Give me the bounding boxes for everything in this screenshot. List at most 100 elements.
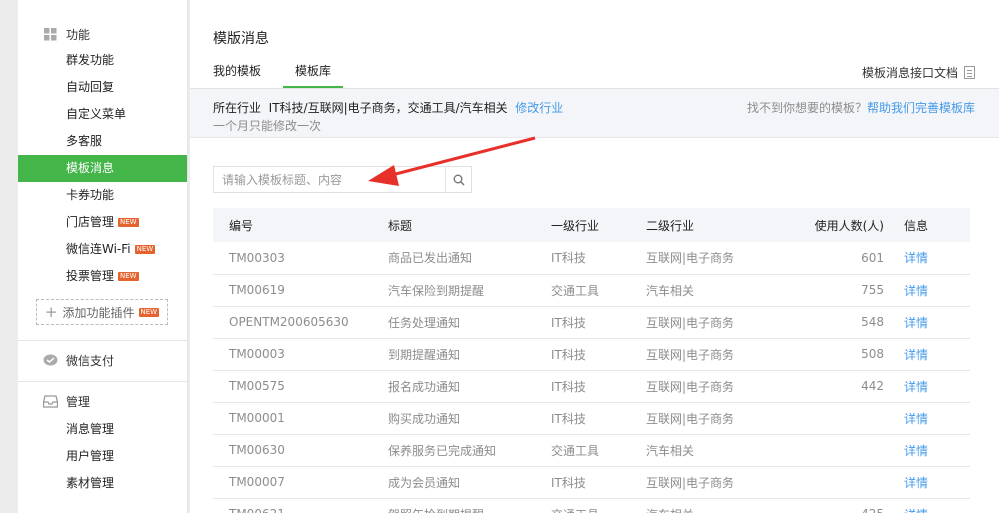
tab-template-library[interactable]: 模板库 [283,56,344,88]
cell-level1: 交通工具 [551,498,646,513]
cell-level1: IT科技 [551,251,586,266]
cell-users [776,466,904,498]
detail-link[interactable]: 详情 [904,444,928,458]
cell-users [776,402,904,434]
sidebar-item[interactable]: 多客服 [18,128,187,155]
sidebar-item[interactable]: 群发功能 [18,47,187,74]
cell-id: TM00575 [229,379,285,393]
cell-level2: 互联网|电子商务 [646,475,735,490]
cell-info: 详情 [904,466,970,498]
sidebar-item-label: 自定义菜单 [66,107,127,121]
cell-level2: 汽车相关 [646,498,776,513]
template-table-wrap: 编号 标题 一级行业 二级行业 使用人数(人) 信息 TM00303 商品已发出通… [213,208,970,513]
cell-level1: IT科技 [551,411,586,426]
cell-id: TM00619 [229,283,285,297]
sidebar-item[interactable]: 自动回复 [18,74,187,101]
cell-level1: IT科技 [551,347,586,362]
cell-level2: 互联网|电子商务 [646,347,735,362]
header-level2: 二级行业 [646,218,695,233]
manage-section-title: 管理 [66,394,91,409]
search-icon [453,174,465,186]
table-row: TM00630 保养服务已完成通知 交通工具 汽车相关 详情 [213,434,970,466]
inbox-icon [42,393,58,409]
detail-link[interactable]: 详情 [904,508,928,513]
pay-section-title: 微信支付 [66,353,115,368]
industry-line: 所在行业 IT科技/互联网|电子商务，交通工具/汽车相关 修改行业 [213,99,563,116]
pay-section-header[interactable]: 微信支付 [18,345,187,375]
cell-title: 保养服务已完成通知 [388,443,497,458]
sidebar-item[interactable]: 消息管理 [18,416,187,443]
new-badge: NEW [118,218,139,227]
cell-level2: 汽车相关 [646,443,695,458]
cell-info: 详情 [904,306,970,338]
help-line: 找不到你想要的模板？帮助我们完善模板库 [747,99,975,116]
header-info: 信息 [904,218,929,233]
cell-info: 详情 [904,434,970,466]
cell-level1: 交通工具 [551,283,600,298]
document-icon [964,66,975,79]
cell-level1: IT科技 [551,379,586,394]
sidebar-item[interactable]: 微信连Wi-Fi NEW [18,236,187,263]
detail-link[interactable]: 详情 [904,251,928,265]
cell-id: TM00007 [229,475,285,489]
header-id: 编号 [229,218,254,233]
cell-title: 报名成功通知 [388,379,461,394]
help-text: 找不到你想要的模板？ [746,101,867,115]
detail-link[interactable]: 详情 [904,348,928,362]
detail-link[interactable]: 详情 [904,380,928,394]
detail-link[interactable]: 详情 [904,476,928,490]
cell-info: 详情 [904,498,970,513]
help-improve-link[interactable]: 帮助我们完善模板库 [867,101,975,115]
header-users: 使用人数(人) [814,218,884,233]
header-title: 标题 [388,218,413,233]
cell-users: 442 [861,379,884,393]
cell-title: 成为会员通知 [388,475,461,490]
search-button[interactable] [445,167,471,192]
template-search [213,166,472,193]
sidebar-item[interactable]: 卡券功能 [18,182,187,209]
sidebar-item[interactable]: 自定义菜单 [18,101,187,128]
detail-link[interactable]: 详情 [904,412,928,426]
divider [18,381,187,382]
table-row: TM00001 购买成功通知 IT科技 互联网|电子商务 详情 [213,402,970,434]
table-header-row: 编号 标题 一级行业 二级行业 使用人数(人) 信息 [213,208,970,242]
sidebar-item-label: 投票管理 [66,269,115,283]
cell-title: 汽车保险到期提醒 [388,283,485,298]
detail-link[interactable]: 详情 [904,284,928,298]
industry-info-bar: 所在行业 IT科技/互联网|电子商务，交通工具/汽车相关 修改行业 一个月只能修… [190,89,999,138]
cell-id: TM00003 [229,347,285,361]
sidebar-item[interactable]: 用户管理 [18,443,187,470]
sidebar-item[interactable]: 投票管理 NEW [18,263,187,290]
cell-id: TM00001 [229,411,285,425]
cell-id: OPENTM200605630 [229,315,349,329]
api-doc-label: 模板消息接口文档 [861,66,958,80]
cell-info: 详情 [904,338,970,370]
header-level1: 一级行业 [551,218,600,233]
modify-industry-link[interactable]: 修改行业 [515,101,563,115]
sidebar-item-label: 模板消息 [66,161,115,175]
cell-level1: IT科技 [551,315,586,330]
cell-level2: 互联网|电子商务 [646,251,735,266]
industry-value: IT科技/互联网|电子商务，交通工具/汽车相关 [268,101,508,115]
add-plugin-label: 添加功能插件 [62,305,135,320]
plus-icon: + [44,302,58,321]
sidebar-item[interactable]: 模板消息 [18,155,187,182]
tab-bar: 我的模板 模板库 [213,56,377,88]
grid-icon [42,26,58,42]
sidebar-item[interactable]: 门店管理 NEW [18,209,187,236]
sidebar-item[interactable]: 素材管理 [18,470,187,497]
detail-link[interactable]: 详情 [904,316,928,330]
cell-info: 详情 [904,402,970,434]
cell-level1: IT科技 [551,475,586,490]
api-doc-link[interactable]: 模板消息接口文档 [862,64,975,81]
tab-my-templates[interactable]: 我的模板 [213,56,261,88]
cell-info: 详情 [904,274,970,306]
cell-id: TM00630 [229,443,285,457]
cell-title: 到期提醒通知 [388,347,461,362]
search-input[interactable] [214,167,445,192]
new-badge: NEW [138,307,160,317]
cell-users: 548 [861,315,884,329]
add-plugin-button[interactable]: + 添加功能插件 NEW [36,299,168,325]
table-row: TM00621驾照年检到期提醒交通工具汽车相关425详情 [213,498,970,513]
sidebar-item-label: 卡券功能 [66,188,115,202]
